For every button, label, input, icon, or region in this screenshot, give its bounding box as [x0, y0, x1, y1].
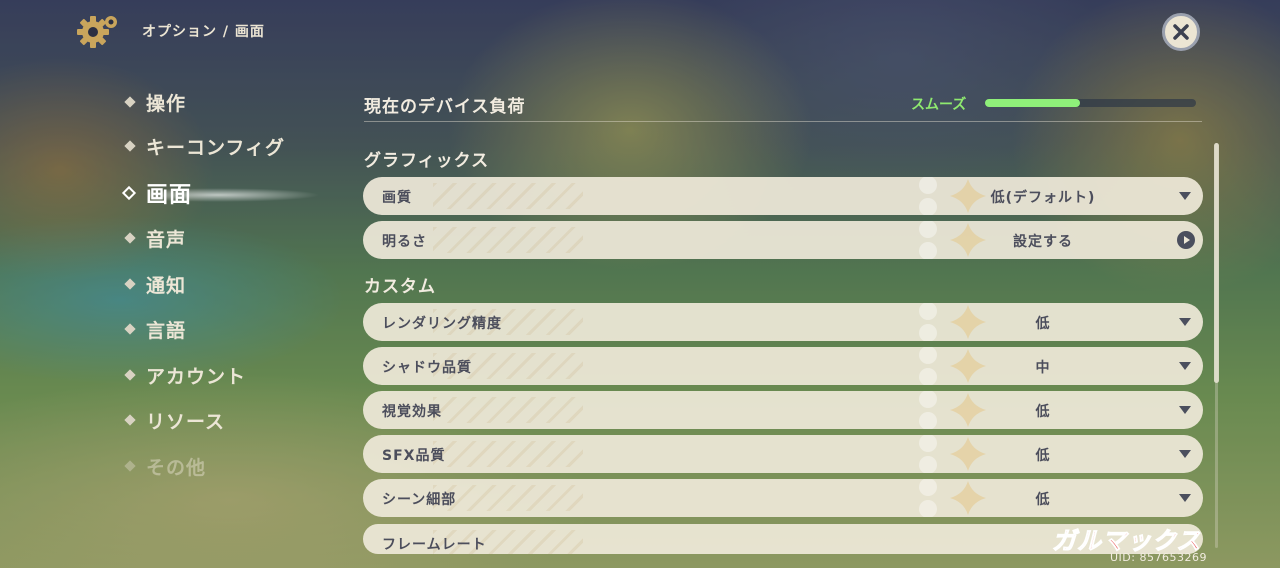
sidebar-item-label: 操作: [146, 92, 187, 115]
setting-label: シャドウ品質: [382, 360, 472, 376]
close-button[interactable]: [1162, 13, 1200, 51]
diamond-icon: [124, 278, 136, 290]
sidebar-item-label: アカウント: [146, 365, 247, 388]
setting-label: シーン細部: [382, 492, 457, 508]
ornament-pattern: [433, 227, 583, 253]
uid-label: UID: 857653269: [1110, 551, 1207, 564]
device-load-title: 現在のデバイス負荷: [364, 97, 526, 117]
sidebar-item-notifications[interactable]: 通知: [122, 266, 186, 302]
setting-label: フレームレート: [382, 537, 487, 553]
setting-label: 視覚効果: [382, 404, 442, 420]
diamond-icon: [124, 460, 136, 472]
sidebar-item-keybind[interactable]: キーコンフィグ: [122, 128, 285, 164]
device-load-bar: [985, 99, 1080, 107]
sidebar-item-label: その他: [146, 456, 207, 479]
setting-value: 中: [1035, 360, 1051, 376]
sidebar-item-label: リソース: [146, 410, 226, 433]
setting-value: 低: [1035, 316, 1051, 332]
sidebar-item-label: キーコンフィグ: [146, 136, 286, 159]
play-arrow-icon: [1177, 231, 1195, 249]
diamond-icon: [124, 414, 136, 426]
breadcrumb: オプション / 画面: [142, 24, 265, 40]
chevron-down-icon: [1179, 362, 1191, 370]
setting-value: 低: [1035, 448, 1051, 464]
diamond-icon: [124, 323, 136, 335]
diamond-icon: [124, 140, 136, 152]
device-load-status: スムーズ: [911, 97, 967, 113]
sidebar-item-display[interactable]: 画面: [121, 175, 193, 211]
divider: [364, 121, 1202, 122]
setting-label: SFX品質: [382, 448, 446, 464]
chevron-down-icon: [1179, 494, 1191, 502]
sidebar-item-label: 通知: [146, 274, 187, 297]
chevron-down-icon: [1179, 406, 1191, 414]
section-title-custom: カスタム: [364, 277, 436, 297]
scrollbar-thumb[interactable]: [1214, 143, 1219, 383]
sidebar-item-label: 言語: [146, 319, 187, 342]
chevron-down-icon: [1179, 318, 1191, 326]
setting-row-sfx-quality[interactable]: SFX品質 低: [363, 435, 1203, 473]
close-icon: [1173, 24, 1189, 40]
chevron-down-icon: [1179, 450, 1191, 458]
setting-value: 低(デフォルト): [990, 190, 1096, 206]
ornament-pattern: [433, 397, 583, 423]
sidebar-item-account[interactable]: アカウント: [122, 357, 246, 393]
setting-row-scene-detail[interactable]: シーン細部 低: [363, 479, 1203, 517]
gear-icon: [74, 12, 122, 52]
diamond-outline-icon: [121, 185, 137, 201]
diamond-icon: [124, 232, 136, 244]
sidebar-item-resources[interactable]: リソース: [122, 402, 225, 438]
ornament-pattern: [433, 441, 583, 467]
setting-label: 明るさ: [382, 234, 427, 250]
sidebar-item-label: 音声: [146, 228, 187, 251]
sidebar-item-audio[interactable]: 音声: [122, 220, 186, 256]
setting-label: 画質: [382, 190, 412, 206]
setting-row-visual-effects[interactable]: 視覚効果 低: [363, 391, 1203, 429]
sidebar-item-language[interactable]: 言語: [122, 311, 186, 347]
sidebar-item-other[interactable]: その他: [122, 448, 206, 484]
sidebar-item-controls[interactable]: 操作: [122, 84, 186, 120]
setting-value: 低: [1035, 492, 1051, 508]
diamond-icon: [124, 96, 136, 108]
ornament-pattern: [433, 183, 583, 209]
setting-row-quality[interactable]: 画質 低(デフォルト): [363, 177, 1203, 215]
setting-value: 低: [1035, 404, 1051, 420]
setting-row-brightness[interactable]: 明るさ 設定する: [363, 221, 1203, 259]
sidebar-item-label: 画面: [146, 183, 193, 208]
chevron-down-icon: [1179, 192, 1191, 200]
setting-label: レンダリング精度: [382, 316, 502, 332]
setting-value: 設定する: [1013, 234, 1073, 250]
diamond-icon: [124, 369, 136, 381]
setting-row-shadow-quality[interactable]: シャドウ品質 中: [363, 347, 1203, 385]
setting-row-render-resolution[interactable]: レンダリング精度 低: [363, 303, 1203, 341]
section-title-graphics: グラフィックス: [364, 151, 490, 171]
